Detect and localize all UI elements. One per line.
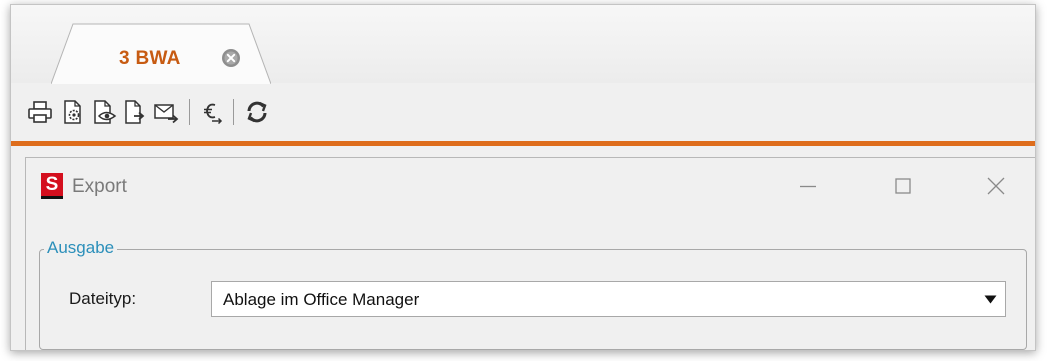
file-type-value: Ablage im Office Manager bbox=[223, 290, 420, 309]
close-tab-icon[interactable] bbox=[221, 48, 241, 68]
app-logo: S bbox=[41, 173, 63, 199]
close-icon[interactable] bbox=[986, 176, 1006, 196]
currency-icon[interactable] bbox=[199, 99, 225, 125]
toolbar-separator bbox=[189, 99, 190, 125]
tab-strip: 3 BWA bbox=[11, 5, 1035, 84]
tab-label: 3 BWA bbox=[119, 48, 181, 69]
file-type-label: Dateityp: bbox=[69, 289, 137, 308]
tab-3-bwa[interactable]: 3 BWA bbox=[51, 23, 271, 84]
minimize-icon[interactable] bbox=[798, 176, 818, 196]
printer-icon[interactable] bbox=[27, 99, 53, 125]
chevron-down-icon[interactable] bbox=[984, 295, 997, 304]
refresh-icon[interactable] bbox=[244, 99, 270, 125]
maximize-icon[interactable] bbox=[893, 176, 913, 196]
toolbar bbox=[11, 89, 1035, 135]
print-settings-icon[interactable] bbox=[60, 99, 86, 125]
toolbar-separator bbox=[233, 99, 234, 125]
dialog-title: Export bbox=[72, 176, 127, 197]
output-group: Ausgabe Dateityp: Ablage im Office Manag… bbox=[39, 238, 1027, 350]
print-preview-icon[interactable] bbox=[91, 99, 117, 125]
dialog-title-bar[interactable]: S Export bbox=[26, 158, 1035, 214]
export-file-icon[interactable] bbox=[122, 99, 148, 125]
export-dialog: S Export Ausgabe Dateityp: Ablage im Off… bbox=[25, 157, 1035, 350]
accent-bar bbox=[11, 141, 1035, 146]
email-icon[interactable] bbox=[153, 99, 179, 125]
file-type-select[interactable]: Ablage im Office Manager bbox=[211, 281, 1006, 317]
group-title: Ausgabe bbox=[44, 238, 118, 258]
app-window: 3 BWA S Export Ausgabe Dateityp: Ablage … bbox=[10, 4, 1036, 351]
